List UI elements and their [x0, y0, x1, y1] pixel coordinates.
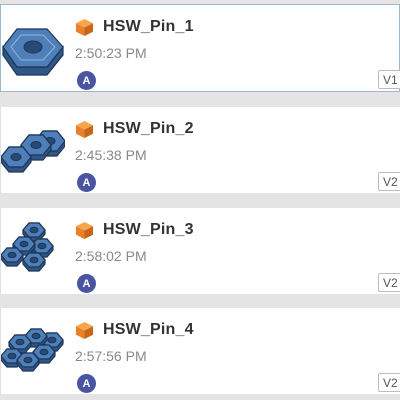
- title-row: HSW_Pin_3: [75, 220, 194, 240]
- design-card-3[interactable]: HSW_Pin_3 2:58:02 PM A V2: [0, 208, 400, 294]
- orange-cube-icon: [75, 321, 94, 339]
- design-title[interactable]: HSW_Pin_1: [103, 18, 194, 36]
- user-avatar[interactable]: A: [77, 274, 96, 293]
- title-row: HSW_Pin_1: [75, 17, 194, 37]
- version-badge[interactable]: V1: [378, 70, 400, 89]
- design-title[interactable]: HSW_Pin_4: [103, 321, 194, 339]
- user-avatar[interactable]: A: [77, 374, 96, 393]
- design-card-4[interactable]: HSW_Pin_4 2:57:56 PM A V2: [0, 308, 400, 394]
- design-card-2[interactable]: HSW_Pin_2 2:45:38 PM A V2: [0, 107, 400, 193]
- design-list: HSW_Pin_1 2:50:23 PM A V1 HSW_Pin_2 2:45…: [0, 0, 400, 400]
- modified-time: 2:57:56 PM: [75, 348, 147, 364]
- orange-cube-icon: [75, 221, 94, 239]
- design-card-1[interactable]: HSW_Pin_1 2:50:23 PM A V1: [0, 4, 400, 92]
- user-avatar[interactable]: A: [77, 71, 96, 90]
- version-badge[interactable]: V2: [378, 172, 400, 191]
- design-title[interactable]: HSW_Pin_2: [103, 120, 194, 138]
- triple-hex-pin-thumbnail: [1, 130, 65, 173]
- modified-time: 2:50:23 PM: [75, 45, 147, 61]
- version-badge[interactable]: V2: [378, 373, 400, 392]
- modified-time: 2:45:38 PM: [75, 147, 147, 163]
- cluster-hex-pin-thumbnail: [1, 222, 54, 272]
- title-row: HSW_Pin_4: [75, 320, 194, 340]
- user-avatar[interactable]: A: [77, 173, 96, 192]
- version-badge[interactable]: V2: [378, 273, 400, 292]
- title-row: HSW_Pin_2: [75, 119, 194, 139]
- modified-time: 2:58:02 PM: [75, 248, 147, 264]
- orange-cube-icon: [75, 18, 94, 36]
- orange-cube-icon: [75, 120, 94, 138]
- cluster-hex-pin-large-thumbnail: [1, 328, 64, 372]
- single-hex-pin-thumbnail: [2, 28, 64, 76]
- design-title[interactable]: HSW_Pin_3: [103, 221, 194, 239]
